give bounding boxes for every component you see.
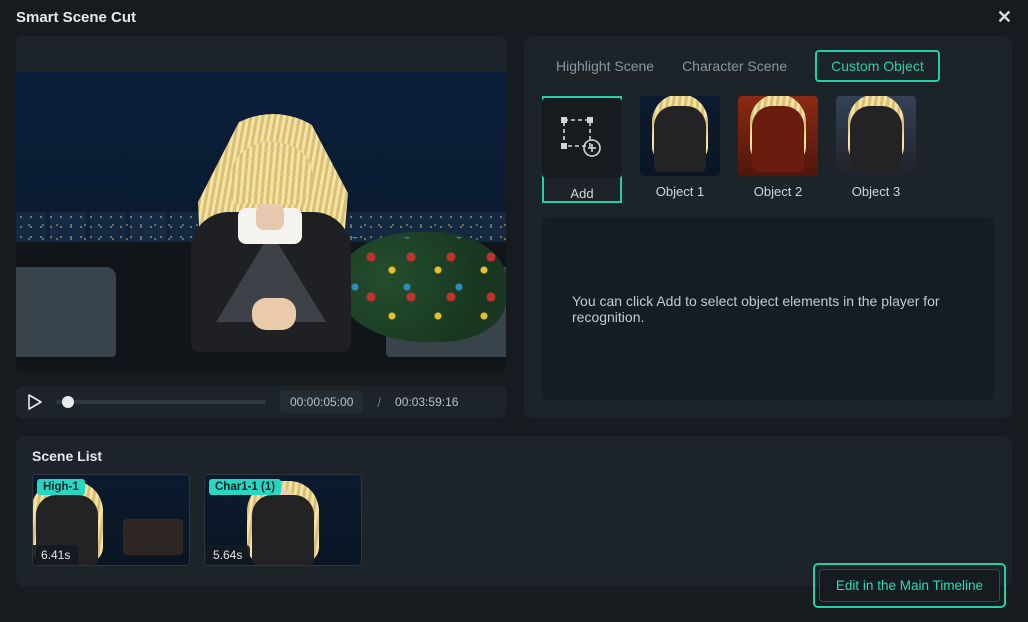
scene-card[interactable]: Char1-1 (1) 5.64s <box>204 474 362 566</box>
scene-badge: Char1-1 (1) <box>209 479 281 495</box>
scene-list-title: Scene List <box>32 448 996 464</box>
progress-thumb[interactable] <box>62 396 74 408</box>
time-separator: / <box>377 395 381 410</box>
tab-character-scene[interactable]: Character Scene <box>682 58 787 74</box>
edit-timeline-highlight: Edit in the Main Timeline <box>813 563 1006 608</box>
edit-in-main-timeline-button[interactable]: Edit in the Main Timeline <box>819 569 1000 602</box>
add-object-button[interactable]: Add <box>542 96 622 203</box>
scene-tabs: Highlight Scene Character Scene Custom O… <box>542 50 994 82</box>
scene-duration: 6.41s <box>33 545 78 565</box>
object-slot-1[interactable]: Object 1 <box>640 96 720 203</box>
scene-config-panel: Highlight Scene Character Scene Custom O… <box>524 36 1012 418</box>
current-time: 00:00:05:00 <box>280 391 363 413</box>
hint-panel: You can click Add to select object eleme… <box>542 217 994 400</box>
preview-topbar <box>16 36 506 72</box>
progress-track[interactable] <box>56 400 266 404</box>
play-icon[interactable] <box>28 394 42 410</box>
objects-row: Add Object 1 Object 2 Object 3 <box>542 96 994 203</box>
total-time: 00:03:59:16 <box>395 395 458 409</box>
object-label: Object 3 <box>852 184 900 199</box>
scene-badge: High-1 <box>37 479 85 495</box>
player-controls: 00:00:05:00 / 00:03:59:16 <box>16 386 506 418</box>
video-frame[interactable] <box>16 72 506 372</box>
add-selection-icon <box>560 116 604 160</box>
tab-highlight-scene[interactable]: Highlight Scene <box>556 58 654 74</box>
object-label: Object 1 <box>656 184 704 199</box>
object-slot-3[interactable]: Object 3 <box>836 96 916 203</box>
object-label: Object 2 <box>754 184 802 199</box>
window-title: Smart Scene Cut <box>16 9 136 26</box>
object-slot-2[interactable]: Object 2 <box>738 96 818 203</box>
scene-duration: 5.64s <box>205 545 250 565</box>
scene-card[interactable]: High-1 6.41s <box>32 474 190 566</box>
tab-custom-object[interactable]: Custom Object <box>815 50 940 82</box>
add-object-label: Add <box>570 186 593 201</box>
video-preview-panel: 00:00:05:00 / 00:03:59:16 <box>16 36 506 418</box>
hint-text: You can click Add to select object eleme… <box>572 293 964 325</box>
close-icon[interactable]: ✕ <box>997 8 1012 26</box>
